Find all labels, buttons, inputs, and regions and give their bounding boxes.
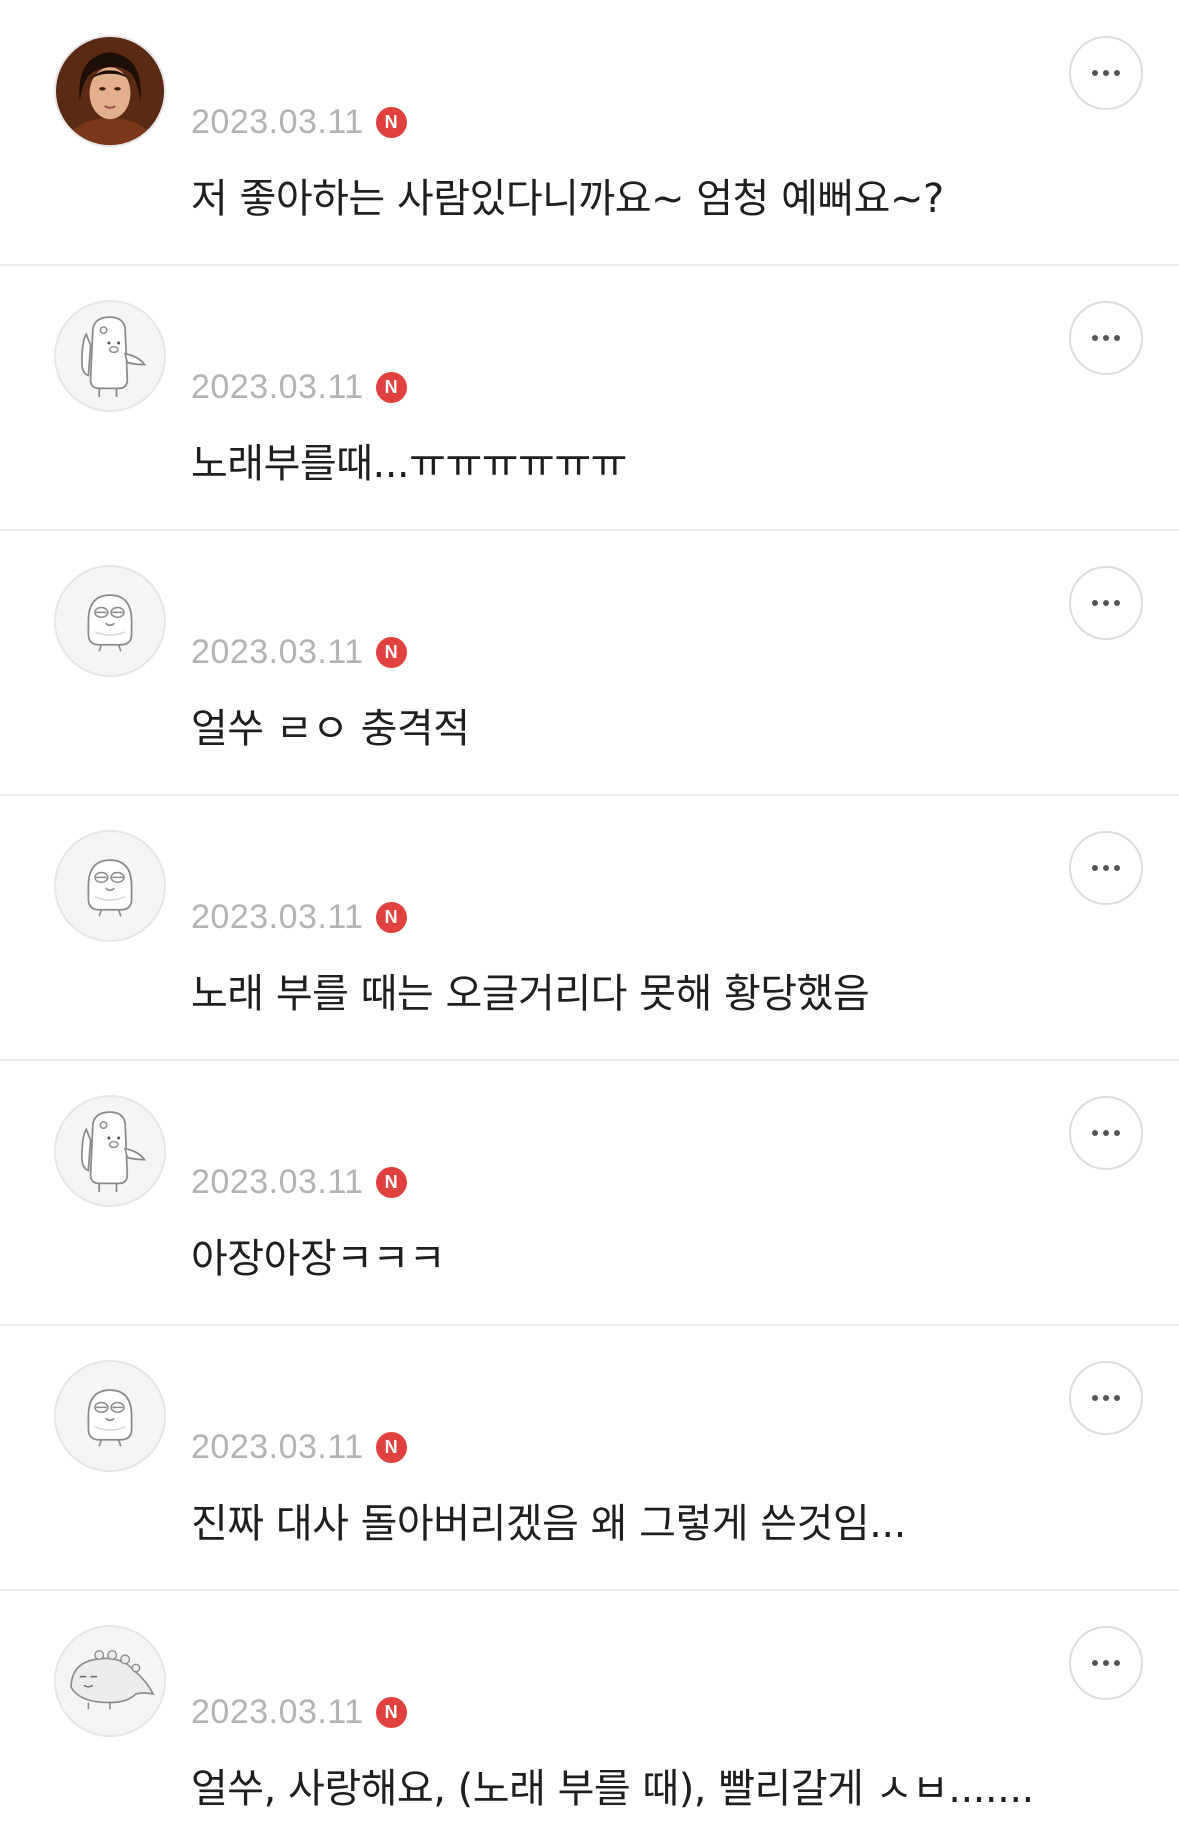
comment-meta: 2023.03.11 N: [191, 102, 407, 142]
comment-list: 2023.03.11 N 저 좋아하는 사람있다니까요~ 엄청 예뻐요~? 20…: [0, 0, 1179, 1847]
more-options-dot: [1114, 335, 1120, 341]
comment-item: 2023.03.11 N 얼쑤 ㄹㅇ 충격적: [0, 530, 1179, 796]
comment-item: 2023.03.11 N 저 좋아하는 사람있다니까요~ 엄청 예뻐요~?: [0, 0, 1179, 266]
more-options-dot: [1103, 70, 1109, 76]
more-options-icon: [1092, 70, 1098, 76]
more-options-dot: [1114, 1660, 1120, 1666]
new-badge-icon: N: [375, 1431, 407, 1463]
comment-date: 2023.03.11: [191, 632, 364, 671]
comment-item: 2023.03.11 N 진짜 대사 돌아버리겠음 왜 그렇게 쓴것임...: [0, 1325, 1179, 1591]
more-options-dot: [1103, 600, 1109, 606]
more-options-dot: [1114, 1395, 1120, 1401]
comment-meta: 2023.03.11 N: [191, 1692, 407, 1732]
more-options-dot: [1114, 600, 1120, 606]
more-options-dot: [1114, 70, 1120, 76]
more-options-dot: [1114, 1130, 1120, 1136]
comment-text: 저 좋아하는 사람있다니까요~ 엄청 예뻐요~?: [191, 176, 944, 222]
comment-date: 2023.03.11: [191, 1427, 364, 1466]
comment-item: 2023.03.11 N 노래부를때...ㅠㅠㅠㅠㅠㅠ: [0, 265, 1179, 531]
more-options-button[interactable]: [1069, 301, 1143, 375]
waving-character-avatar[interactable]: [54, 300, 166, 412]
more-options-dot: [1103, 1660, 1109, 1666]
new-badge-icon: N: [375, 371, 407, 403]
comment-date: 2023.03.11: [191, 1692, 364, 1731]
more-options-dot: [1103, 1395, 1109, 1401]
more-options-button[interactable]: [1069, 1096, 1143, 1170]
more-options-button[interactable]: [1069, 36, 1143, 110]
round-character-avatar[interactable]: [54, 830, 166, 942]
round-character-avatar[interactable]: [54, 565, 166, 677]
more-options-dot: [1103, 865, 1109, 871]
comment-meta: 2023.03.11 N: [191, 632, 407, 672]
comment-item: 2023.03.11 N 노래 부를 때는 오글거리다 못해 황당했음: [0, 795, 1179, 1061]
more-options-icon: [1092, 865, 1098, 871]
comment-date: 2023.03.11: [191, 367, 364, 406]
more-options-dot: [1114, 865, 1120, 871]
more-options-dot: [1103, 1130, 1109, 1136]
comment-date: 2023.03.11: [191, 102, 364, 141]
more-options-button[interactable]: [1069, 1626, 1143, 1700]
portrait-photo-avatar[interactable]: [54, 35, 166, 147]
more-options-icon: [1092, 1395, 1098, 1401]
more-options-icon: [1092, 1660, 1098, 1666]
more-options-button[interactable]: [1069, 831, 1143, 905]
comment-item: 2023.03.11 N 아장아장ㅋㅋㅋ: [0, 1060, 1179, 1326]
new-badge-icon: N: [375, 636, 407, 668]
more-options-dot: [1103, 335, 1109, 341]
new-badge-icon: N: [375, 1166, 407, 1198]
new-badge-icon: N: [375, 901, 407, 933]
lizard-character-avatar[interactable]: [54, 1625, 166, 1737]
comment-meta: 2023.03.11 N: [191, 1427, 407, 1467]
comment-meta: 2023.03.11 N: [191, 367, 407, 407]
comment-text: 얼쑤, 사랑해요, (노래 부를 때), 빨리갈게 ㅅㅂ.......: [191, 1766, 1034, 1812]
new-badge-icon: N: [375, 106, 407, 138]
comment-meta: 2023.03.11 N: [191, 1162, 407, 1202]
comment-text: 노래부를때...ㅠㅠㅠㅠㅠㅠ: [191, 441, 627, 487]
more-options-icon: [1092, 335, 1098, 341]
comment-meta: 2023.03.11 N: [191, 897, 407, 937]
more-options-icon: [1092, 600, 1098, 606]
more-options-button[interactable]: [1069, 1361, 1143, 1435]
comment-text: 노래 부를 때는 오글거리다 못해 황당했음: [191, 971, 870, 1017]
comment-date: 2023.03.11: [191, 897, 364, 936]
more-options-icon: [1092, 1130, 1098, 1136]
new-badge-icon: N: [375, 1696, 407, 1728]
comment-text: 진짜 대사 돌아버리겠음 왜 그렇게 쓴것임...: [191, 1501, 906, 1547]
round-character-avatar[interactable]: [54, 1360, 166, 1472]
comment-item: 2023.03.11 N 얼쑤, 사랑해요, (노래 부를 때), 빨리갈게 ㅅ…: [0, 1590, 1179, 1847]
more-options-button[interactable]: [1069, 566, 1143, 640]
comment-text: 얼쑤 ㄹㅇ 충격적: [191, 706, 470, 752]
comment-date: 2023.03.11: [191, 1162, 364, 1201]
waving-character-avatar[interactable]: [54, 1095, 166, 1207]
comment-text: 아장아장ㅋㅋㅋ: [191, 1236, 446, 1282]
